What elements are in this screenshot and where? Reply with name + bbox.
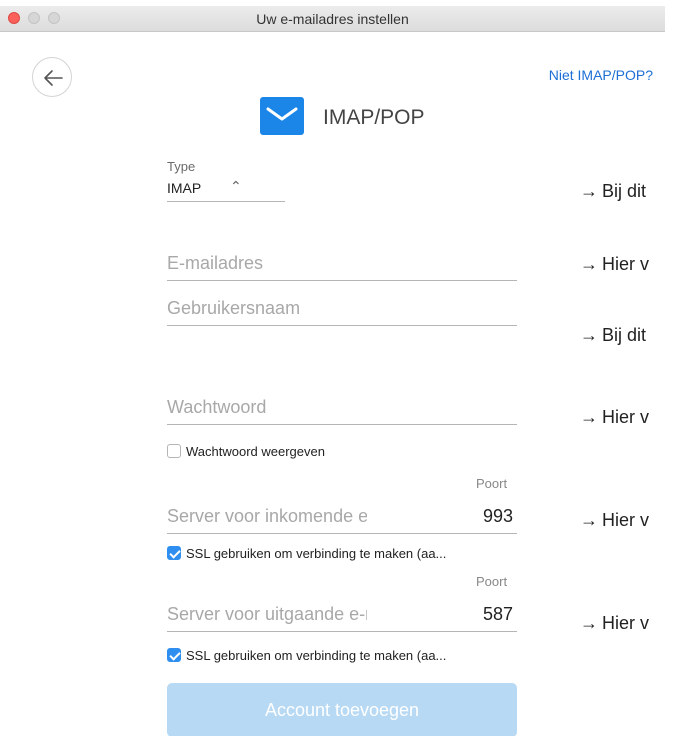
incoming-server-input[interactable] <box>167 500 367 532</box>
back-button[interactable] <box>32 57 72 97</box>
annotation-note: → Hier v <box>580 613 650 633</box>
updown-chevron-icon: ⌃ <box>230 178 242 194</box>
checkbox-checked-icon[interactable] <box>167 648 181 662</box>
incoming-server-field[interactable]: 993 <box>167 500 517 534</box>
annotation-note: → Hier v <box>580 254 650 274</box>
outgoing-port-label: Poort <box>476 574 508 589</box>
outgoing-port-value[interactable]: 587 <box>483 604 513 625</box>
account-type-value: IMAP <box>167 180 202 196</box>
password-input[interactable] <box>167 391 517 423</box>
right-arrow-icon: → <box>580 510 598 530</box>
show-password-label: Wachtwoord weergeven <box>186 444 325 459</box>
show-password-checkbox[interactable]: Wachtwoord weergeven <box>167 444 325 459</box>
outgoing-server-input[interactable] <box>167 598 367 630</box>
incoming-ssl-label: SSL gebruiken om verbinding te maken (aa… <box>186 546 447 561</box>
annotation-column: → Bij dit → Hier v → Bij dit → Hier v → Hier … <box>575 0 675 736</box>
incoming-port-value[interactable]: 993 <box>483 506 513 527</box>
right-arrow-icon: → <box>580 407 598 427</box>
outgoing-ssl-label: SSL gebruiken om verbinding te maken (aa… <box>186 648 447 663</box>
right-arrow-icon: → <box>580 325 598 345</box>
account-type-select[interactable]: IMAP ⌃ <box>167 178 285 202</box>
annotation-note: → Bij dit <box>580 325 647 345</box>
username-field[interactable] <box>167 292 517 326</box>
annotation-note: → Bij dit <box>580 181 647 201</box>
username-input[interactable] <box>167 292 517 324</box>
password-field[interactable] <box>167 391 517 425</box>
envelope-icon <box>260 97 304 135</box>
checkbox-box[interactable] <box>167 444 181 458</box>
type-label: Type <box>167 159 196 174</box>
incoming-port-label: Poort <box>476 476 508 491</box>
window-titlebar: Uw e-mailadres instellen <box>0 6 665 32</box>
incoming-ssl-checkbox[interactable]: SSL gebruiken om verbinding te maken (aa… <box>167 546 446 561</box>
outgoing-server-field[interactable]: 587 <box>167 598 517 632</box>
annotation-note: → Hier v <box>580 510 650 530</box>
checkbox-checked-icon[interactable] <box>167 546 181 560</box>
right-arrow-icon: → <box>580 613 598 633</box>
email-input[interactable] <box>167 247 517 279</box>
annotation-note: → Hier v <box>580 407 650 427</box>
right-arrow-icon: → <box>580 254 598 274</box>
outgoing-ssl-checkbox[interactable]: SSL gebruiken om verbinding te maken (aa… <box>167 648 446 663</box>
arrow-left-icon <box>44 70 63 86</box>
right-arrow-icon: → <box>580 181 598 201</box>
email-field[interactable] <box>167 247 517 281</box>
page-heading: IMAP/POP <box>323 106 425 129</box>
window-title: Uw e-mailadres instellen <box>256 11 409 27</box>
add-account-button[interactable]: Account toevoegen <box>167 683 517 736</box>
